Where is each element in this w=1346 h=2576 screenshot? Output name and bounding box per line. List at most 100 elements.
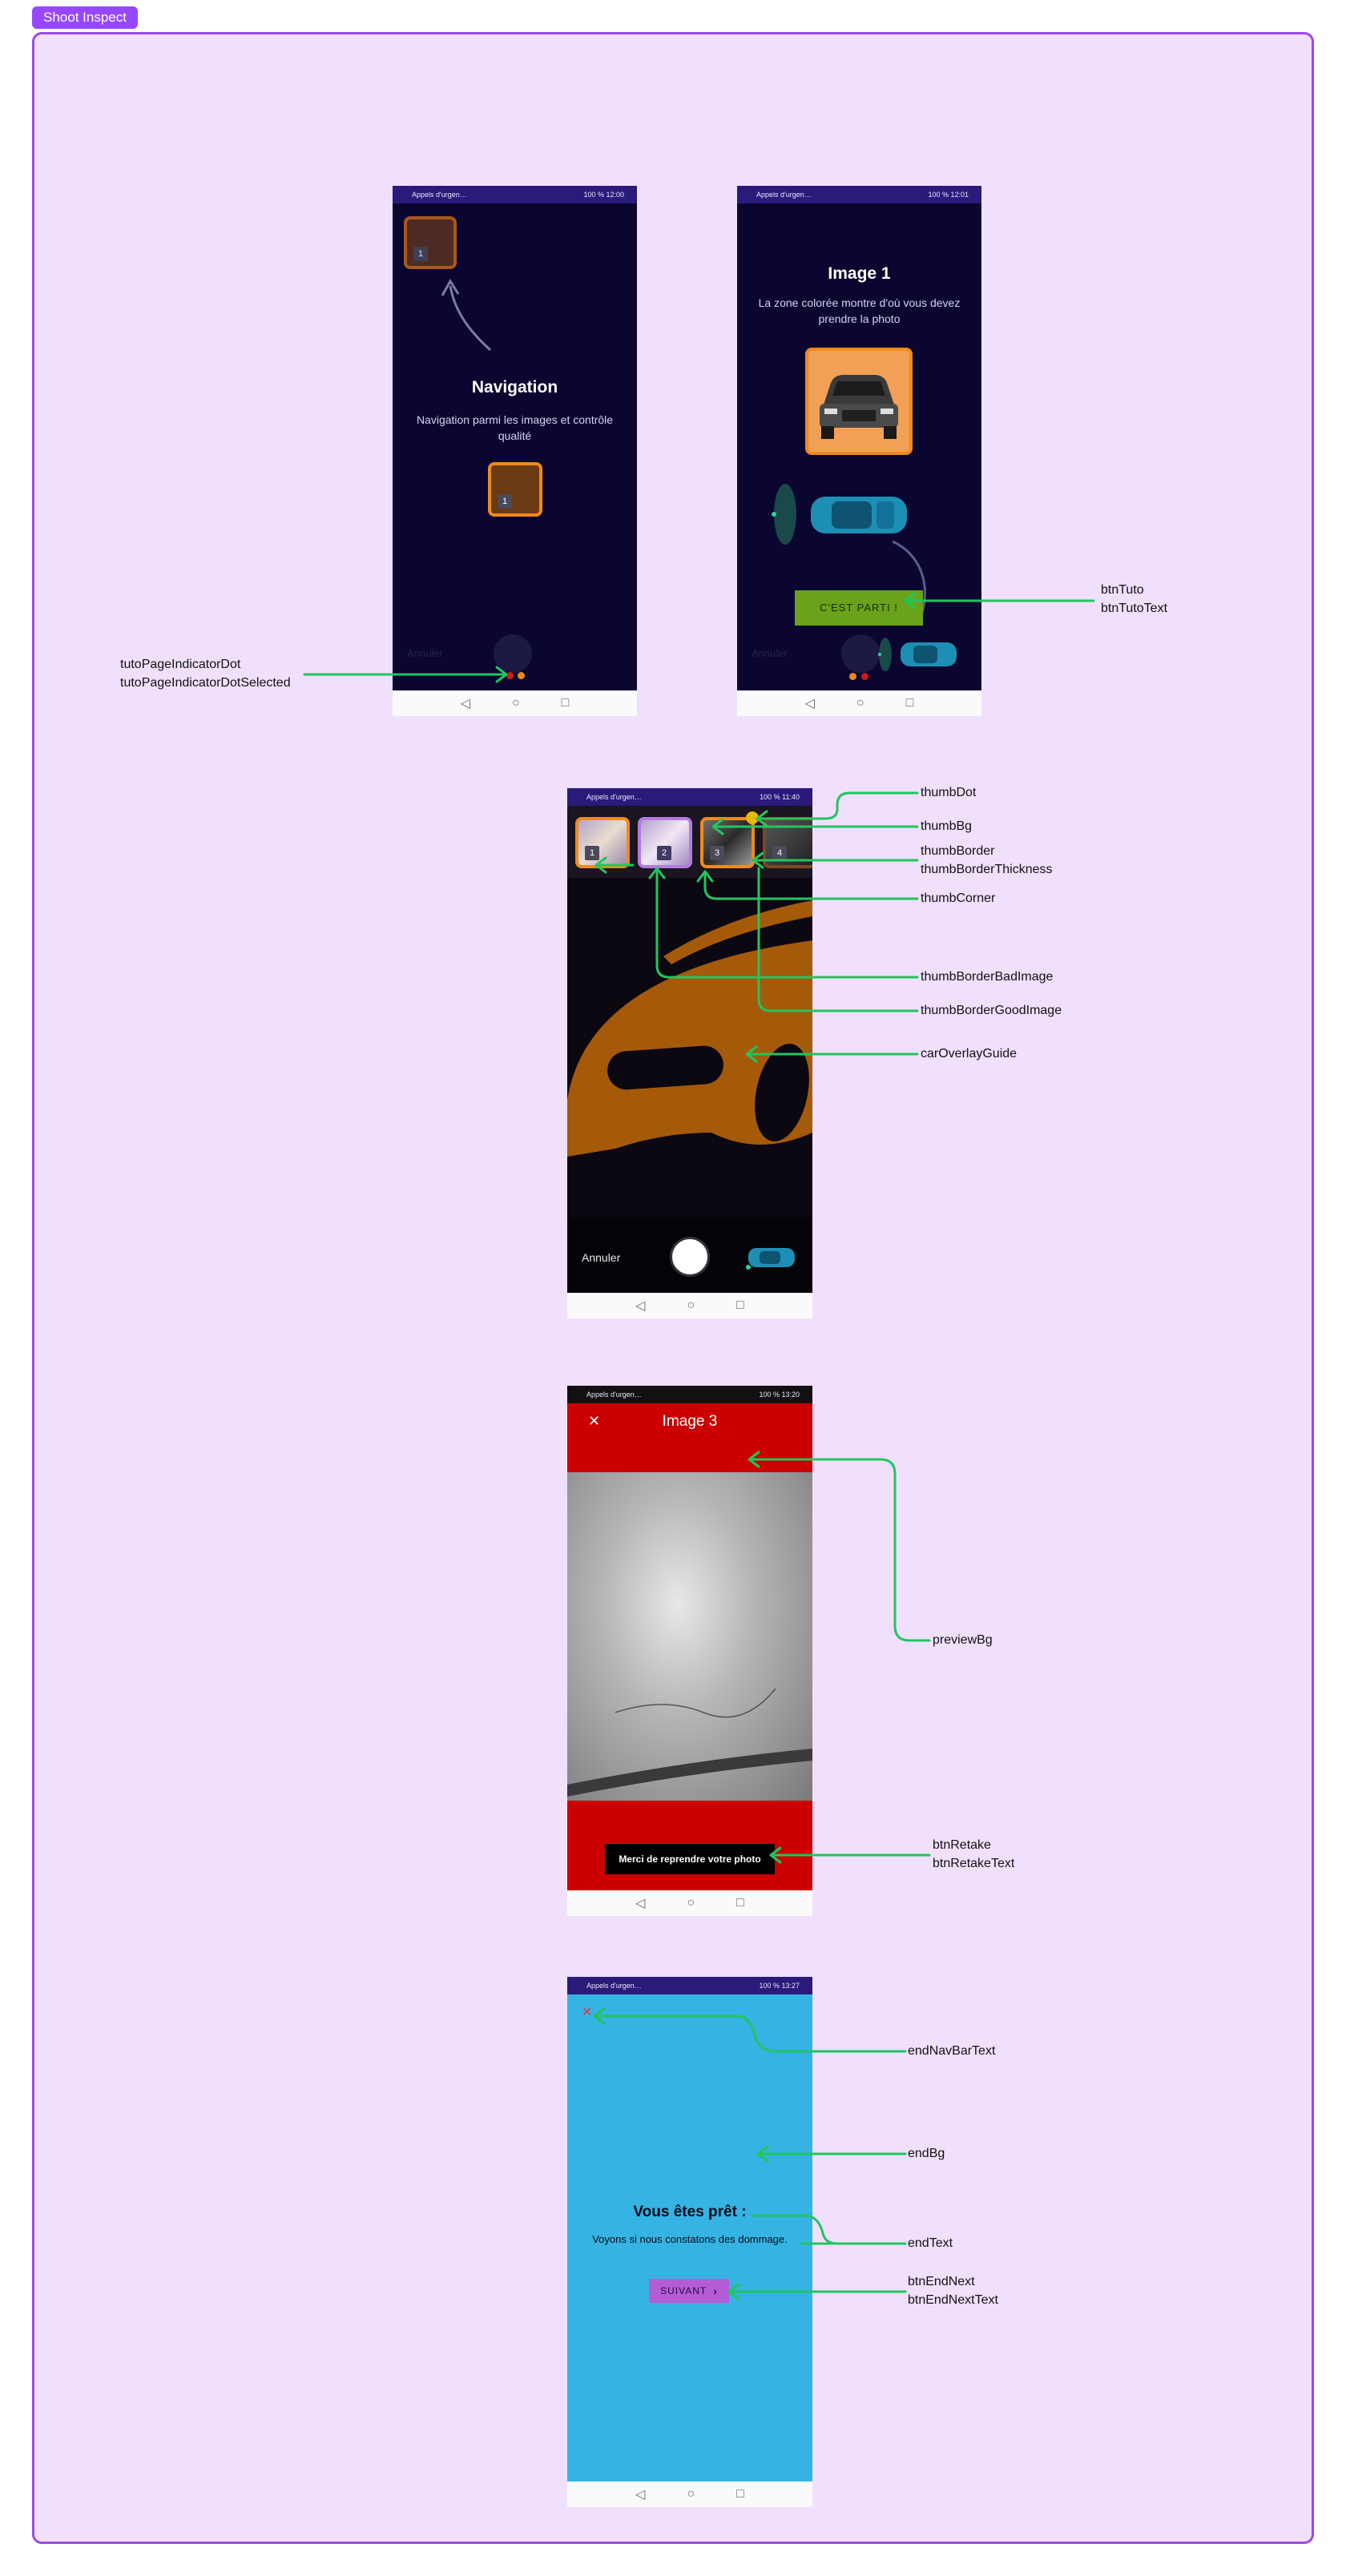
status-left-text: Appels d'urgen… [756, 191, 812, 199]
home-icon[interactable]: ○ [687, 1298, 695, 1313]
status-left-text: Appels d'urgen… [412, 191, 467, 199]
status-bar: Appels d'urgen… 100 % 13:27 [567, 1977, 812, 1994]
back-icon[interactable]: ◁ [635, 1895, 645, 1911]
car-front-image [808, 351, 909, 452]
btn-retake[interactable]: Merci de reprendre votre photo [605, 1844, 775, 1874]
car-top-view-small-icon [878, 638, 957, 671]
thumbnail-number: 1 [585, 846, 599, 860]
end-title: Vous êtes prêt : [633, 2204, 747, 2220]
label-end-text: endText [908, 2236, 953, 2250]
home-icon[interactable]: ○ [687, 2487, 695, 2502]
label-btn-end-next-text: btnEndNextText [908, 2293, 998, 2307]
chevron-right-icon: › [713, 2284, 718, 2297]
status-left-text: Appels d'urgen… [586, 793, 642, 801]
label-thumb-border-thickness: thumbBorderThickness [921, 863, 1053, 876]
tutorial-subtitle: La zone colorée montre d'où vous devez p… [758, 296, 961, 325]
page-indicator-dot [506, 672, 514, 679]
recent-apps-icon[interactable]: □ [736, 1298, 744, 1313]
label-btn-tuto-text: btnTutoText [1101, 602, 1168, 615]
thumbnail[interactable]: 4 [763, 817, 812, 868]
back-icon[interactable]: ◁ [461, 695, 470, 711]
thumbnail-dot [746, 811, 759, 824]
shutter-button[interactable] [841, 634, 880, 673]
thumbnail-number: 3 [710, 846, 724, 860]
recent-apps-icon[interactable]: □ [736, 2487, 744, 2502]
status-bar: Appels d'urgen… 100 % 13:20 [567, 1386, 812, 1403]
car-overlay-guide [567, 900, 812, 1157]
label-thumb-border-bad-image: thumbBorderBadImage [921, 970, 1054, 984]
shutter-button[interactable] [494, 634, 532, 673]
status-bar: Appels d'urgen… 100 % 12:01 [737, 186, 981, 203]
home-icon[interactable]: ○ [687, 1896, 695, 1910]
thumbnail-top: 1 [404, 216, 457, 269]
label-thumb-dot: thumbDot [921, 786, 977, 799]
label-thumb-border-good-image: thumbBorderGoodImage [921, 1004, 1062, 1017]
system-nav-bar: ◁ ○ □ [737, 690, 981, 716]
back-icon[interactable]: ◁ [805, 695, 815, 711]
system-nav-bar: ◁ ○ □ [567, 2481, 812, 2507]
thumbnail[interactable]: 2 [638, 817, 692, 868]
label-btn-retake: btnRetake [933, 1838, 991, 1852]
status-right-text: 100 % 12:01 [928, 191, 969, 199]
tutorial-title: Image 1 [828, 264, 891, 283]
back-icon[interactable]: ◁ [635, 1298, 645, 1314]
home-icon[interactable]: ○ [856, 696, 864, 710]
tutorial-title: Navigation [471, 378, 558, 396]
frame-tag: Shoot Inspect [32, 6, 138, 29]
label-tuto-page-indicator-dot: tutoPageIndicatorDot [120, 658, 241, 671]
car-top-view-small-icon [746, 1248, 795, 1270]
status-bar: Appels d'urgen… 100 % 12:00 [393, 186, 637, 203]
status-left-text: Appels d'urgen… [586, 1391, 642, 1399]
thumbnail-selected[interactable]: 3 [700, 817, 755, 868]
preview-photo [567, 1472, 812, 1801]
label-btn-retake-text: btnRetakeText [933, 1857, 1015, 1870]
thumbnail-center: 1 [488, 462, 542, 517]
preview-title: Image 3 [662, 1413, 718, 1430]
status-right-text: 100 % 11:40 [760, 793, 800, 801]
thumbnail[interactable]: 1 [575, 817, 630, 868]
page-indicator-dot-selected [518, 672, 525, 679]
label-tuto-page-indicator-dot-selected: tutoPageIndicatorDotSelected [120, 676, 291, 690]
car-photo-frame [805, 348, 913, 455]
shutter-button[interactable] [670, 1237, 710, 1277]
btn-end-next[interactable]: SUIVANT › [649, 2279, 729, 2303]
label-car-overlay-guide: carOverlayGuide [921, 1047, 1018, 1061]
cancel-button[interactable]: Annuler [752, 647, 788, 659]
system-nav-bar: ◁ ○ □ [567, 1293, 812, 1318]
recent-apps-icon[interactable]: □ [562, 696, 570, 710]
screen-navigation-tutorial: Appels d'urgen… 100 % 12:00 1 Navigation… [393, 186, 637, 716]
curved-arrow-icon [441, 279, 492, 352]
back-icon[interactable]: ◁ [635, 2486, 645, 2502]
cancel-button[interactable]: Annuler [407, 647, 443, 659]
thumbnail-number: 1 [498, 494, 512, 509]
label-btn-tuto: btnTuto [1101, 583, 1144, 597]
cancel-button[interactable]: Annuler [582, 1251, 620, 1264]
screen-preview: Appels d'urgen… 100 % 13:20 ✕ Image 3 Me… [567, 1386, 812, 1916]
tutorial-subtitle: Navigation parmi les images et contrôle … [416, 413, 614, 442]
label-thumb-bg: thumbBg [921, 819, 973, 833]
thumbnail-number: 2 [657, 846, 671, 860]
close-icon[interactable]: ✕ [582, 2004, 592, 2020]
page-indicator-dot [861, 673, 868, 680]
home-icon[interactable]: ○ [512, 696, 520, 710]
label-thumb-border: thumbBorder [921, 844, 995, 858]
label-preview-bg: previewBg [933, 1633, 993, 1647]
page-indicator-dot-selected [849, 673, 856, 680]
btn-end-next-label: SUIVANT [660, 2285, 707, 2296]
recent-apps-icon[interactable]: □ [736, 1896, 744, 1910]
status-bar: Appels d'urgen… 100 % 11:40 [567, 788, 812, 806]
status-right-text: 100 % 13:27 [759, 1982, 800, 1990]
btn-tuto[interactable]: C'EST PARTI ! [795, 590, 923, 626]
system-nav-bar: ◁ ○ □ [393, 690, 637, 716]
status-left-text: Appels d'urgen… [586, 1982, 642, 1990]
screen-image-tutorial: Appels d'urgen… 100 % 12:01 Image 1 La z… [737, 186, 981, 716]
label-end-nav-bar-text: endNavBarText [908, 2044, 996, 2058]
label-end-bg: endBg [908, 2147, 945, 2160]
status-right-text: 100 % 13:20 [759, 1391, 800, 1399]
label-btn-end-next: btnEndNext [908, 2275, 975, 2288]
thumbnail-number: 1 [413, 247, 428, 261]
label-thumb-corner: thumbCorner [921, 892, 996, 905]
recent-apps-icon[interactable]: □ [906, 696, 914, 710]
end-subtitle: Voyons si nous constatons des dommage. [592, 2233, 788, 2245]
screen-end: Appels d'urgen… 100 % 13:27 ✕ Vous êtes … [567, 1977, 812, 2507]
